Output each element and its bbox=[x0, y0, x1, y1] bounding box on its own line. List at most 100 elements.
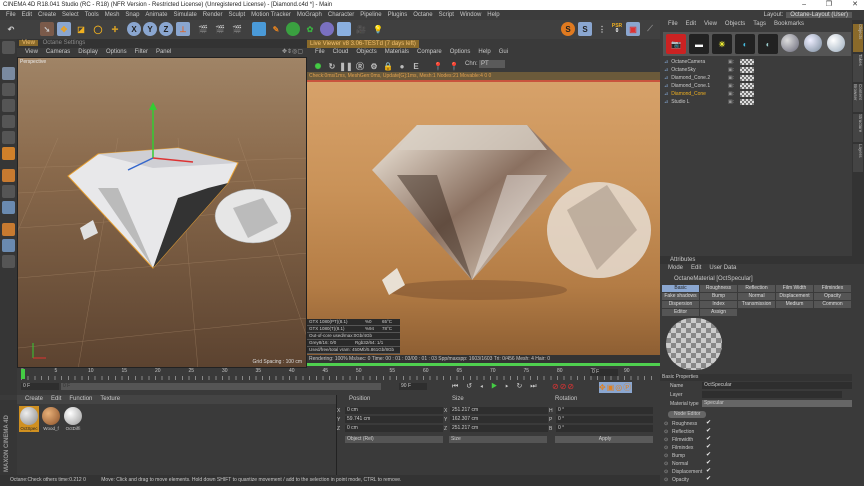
record-keys-icons[interactable]: ⊘⊘⊘ bbox=[552, 382, 575, 391]
render-settings-icon[interactable]: 🎬 bbox=[230, 22, 244, 36]
texture-mode-icon[interactable] bbox=[2, 83, 15, 96]
model-mode-icon[interactable] bbox=[2, 67, 15, 80]
rotation-field[interactable]: 0 ° bbox=[556, 416, 653, 423]
render-view-icon[interactable]: 🎬 bbox=[196, 22, 210, 36]
object-row[interactable]: ⊿ OctaneSky ▣: bbox=[664, 66, 850, 74]
lv-menu-gui[interactable]: Gui bbox=[499, 49, 508, 55]
settings-gear-icon[interactable]: ⚙ bbox=[367, 59, 381, 73]
playback-controls[interactable]: ⏮ ↺ ◂ ▶ ▸ ↻ ⏭ bbox=[452, 382, 540, 391]
area-light-icon[interactable]: ▬ bbox=[689, 34, 709, 54]
object-name[interactable]: Studio L bbox=[671, 99, 689, 105]
channel-checkbox[interactable]: ✔ bbox=[706, 475, 711, 482]
obj-menu-view[interactable]: View bbox=[704, 21, 717, 27]
object-row[interactable]: ⊿ Diamond_Cone.1 ▣: bbox=[664, 82, 850, 90]
attr-tab-displacement[interactable]: Displacement bbox=[776, 293, 813, 300]
render-picture-viewer-icon[interactable]: 🎬 bbox=[213, 22, 227, 36]
tag-icon[interactable] bbox=[740, 99, 754, 105]
region-render-icon[interactable]: Ⓡ bbox=[353, 59, 367, 73]
attr-menu-user-data[interactable]: User Data bbox=[709, 265, 736, 271]
attr-tab-filmindex[interactable]: Filmindex bbox=[814, 285, 851, 292]
right-tab-takes[interactable]: Takes bbox=[853, 54, 863, 82]
export-icon[interactable]: E bbox=[409, 59, 423, 73]
attr-tab-opacity[interactable]: Opacity bbox=[814, 293, 851, 300]
menu-render[interactable]: Render bbox=[203, 12, 223, 18]
mat-menu-create[interactable]: Create bbox=[25, 396, 43, 402]
tag-icon[interactable] bbox=[740, 91, 754, 97]
menu-help[interactable]: Help bbox=[487, 12, 499, 18]
workplane-mode-icon[interactable] bbox=[2, 99, 15, 112]
attr-tab-basic[interactable]: Basic bbox=[662, 285, 699, 292]
obj-menu-tags[interactable]: Tags bbox=[753, 21, 766, 27]
texture-environment-icon[interactable]: ◐ bbox=[758, 34, 778, 54]
attr-tab-assign[interactable]: Assign bbox=[700, 309, 737, 316]
polygons-mode-icon[interactable] bbox=[2, 147, 15, 160]
expand-icon[interactable]: ⊙ bbox=[664, 436, 668, 444]
lv-menu-compare[interactable]: Compare bbox=[417, 49, 442, 55]
subdivision-icon[interactable] bbox=[286, 22, 300, 36]
lock-icon[interactable]: 🔒 bbox=[381, 59, 395, 73]
scale-icon[interactable]: ◪ bbox=[74, 22, 88, 36]
pen-spline-icon[interactable]: ✎ bbox=[269, 22, 283, 36]
snapping-icon[interactable] bbox=[2, 201, 15, 214]
expand-icon[interactable]: ⊙ bbox=[664, 468, 668, 476]
close-button[interactable]: ✕ bbox=[852, 0, 858, 10]
menu-animate[interactable]: Animate bbox=[145, 12, 167, 18]
daylight-icon[interactable]: ☀ bbox=[712, 34, 732, 54]
attr-menu-mode[interactable]: Mode bbox=[668, 265, 683, 271]
expand-icon[interactable]: ⊙ bbox=[664, 476, 668, 484]
end-frame-field[interactable]: 90 F bbox=[399, 383, 427, 390]
frame-range-slider[interactable]: 0 F bbox=[61, 383, 381, 390]
node-editor-button[interactable]: Node Editor bbox=[668, 411, 707, 418]
menu-plugins[interactable]: Plugins bbox=[388, 12, 408, 18]
visibility-toggle[interactable]: ▣: bbox=[728, 74, 734, 82]
material-octspec[interactable]: OctSpec bbox=[19, 406, 39, 432]
workplane-icon[interactable]: ▣ bbox=[626, 22, 640, 36]
visibility-toggle[interactable]: ▣: bbox=[728, 66, 734, 74]
axis-mode-icon[interactable] bbox=[2, 169, 15, 182]
expand-icon[interactable]: ⊙ bbox=[664, 444, 668, 452]
tab-view[interactable]: View bbox=[19, 40, 38, 46]
play-icon[interactable]: ▶ bbox=[491, 383, 500, 390]
object-row[interactable]: ⊿ Diamond_Cone ▣: bbox=[664, 90, 850, 98]
expand-icon[interactable]: ⊙ bbox=[664, 420, 668, 428]
tag-icon[interactable] bbox=[740, 67, 754, 73]
right-tab-layers[interactable]: Layers bbox=[853, 144, 863, 172]
x-axis-toggle[interactable]: X bbox=[127, 22, 141, 36]
menu-octane[interactable]: Octane bbox=[413, 12, 432, 18]
menu-pipeline[interactable]: Pipeline bbox=[360, 12, 381, 18]
menu-mesh[interactable]: Mesh bbox=[105, 12, 120, 18]
attr-tab-index[interactable]: Index bbox=[700, 301, 737, 308]
right-tab-objects[interactable]: Objects bbox=[853, 24, 863, 52]
attr-menu-edit[interactable]: Edit bbox=[691, 265, 701, 271]
menu-snap[interactable]: Snap bbox=[125, 12, 139, 18]
layout-selector[interactable]: Layout: Octane-Layout (User) bbox=[758, 11, 852, 19]
glossy-material-icon[interactable] bbox=[804, 34, 822, 52]
tab-octane-settings[interactable]: Octane Settings bbox=[40, 40, 89, 46]
make-editable-icon[interactable] bbox=[2, 41, 15, 54]
menu-create[interactable]: Create bbox=[38, 12, 56, 18]
object-name[interactable]: Diamond_Cone.2 bbox=[671, 75, 710, 81]
viewport-menu-cameras[interactable]: Cameras bbox=[46, 49, 70, 55]
solo-icon[interactable] bbox=[2, 223, 15, 236]
grid-icon[interactable] bbox=[2, 239, 15, 252]
mat-menu-function[interactable]: Function bbox=[69, 396, 92, 402]
channel-checkbox[interactable]: ✔ bbox=[706, 427, 711, 434]
points-mode-icon[interactable] bbox=[2, 115, 15, 128]
name-field[interactable]: OctSpecular bbox=[702, 382, 852, 389]
menu-edit[interactable]: Edit bbox=[22, 12, 32, 18]
channel-checkbox[interactable]: ✔ bbox=[706, 451, 711, 458]
layer-field[interactable] bbox=[702, 391, 842, 398]
viewport-menu-options[interactable]: Options bbox=[106, 49, 127, 55]
obj-menu-file[interactable]: File bbox=[668, 21, 678, 27]
attr-tab-editor[interactable]: Editor bbox=[662, 309, 699, 316]
menu-simulate[interactable]: Simulate bbox=[173, 12, 196, 18]
channel-checkbox[interactable]: ✔ bbox=[706, 435, 711, 442]
viewport-nav-icons[interactable]: ✥⇕◎▢ bbox=[282, 48, 303, 57]
menu-sculpt[interactable]: Sculpt bbox=[228, 12, 245, 18]
psr-indicator[interactable]: PSR 0 bbox=[610, 22, 624, 36]
lv-menu-materials[interactable]: Materials bbox=[385, 49, 409, 55]
obj-menu-edit[interactable]: Edit bbox=[686, 21, 696, 27]
position-field[interactable]: 0 cm bbox=[345, 407, 443, 414]
live-selection-icon[interactable]: ➘ bbox=[40, 22, 54, 36]
menu-window[interactable]: Window bbox=[460, 12, 481, 18]
